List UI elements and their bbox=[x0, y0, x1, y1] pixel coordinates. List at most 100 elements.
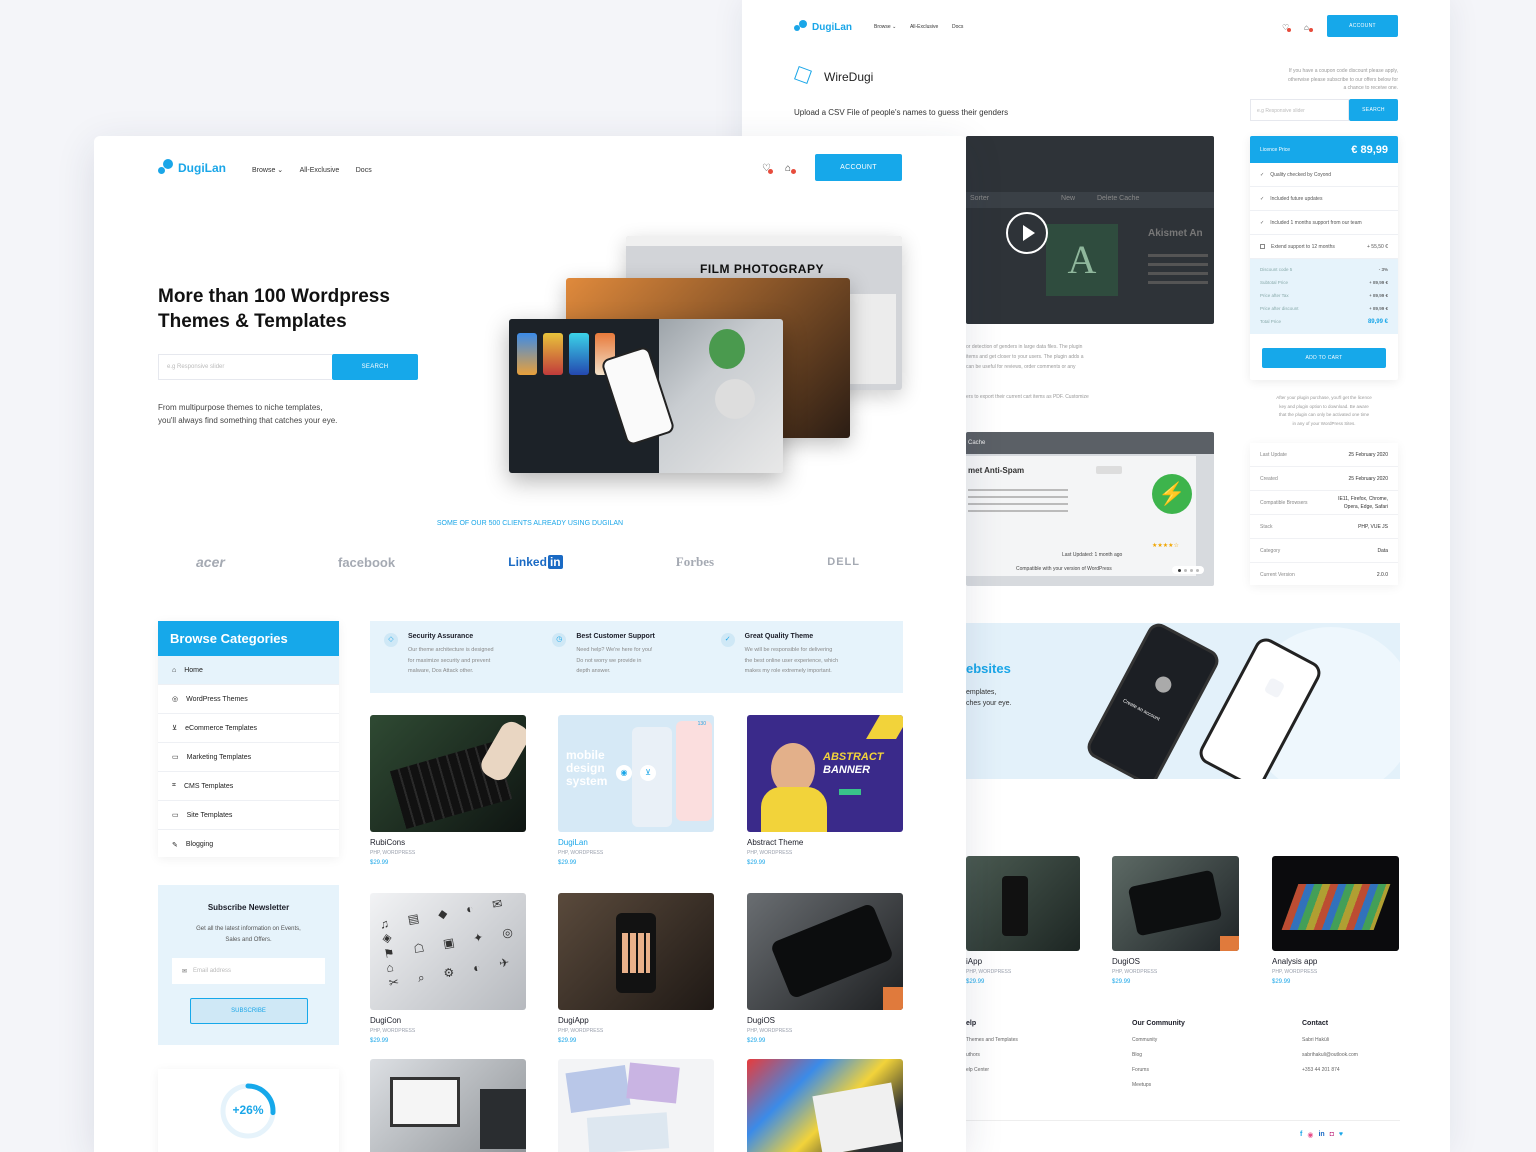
nav-docs[interactable]: Docs bbox=[952, 24, 963, 30]
product-name[interactable]: iApp bbox=[966, 957, 1080, 966]
footer-link[interactable]: Blog bbox=[1132, 1052, 1185, 1058]
total-label: Total Price bbox=[1260, 319, 1282, 324]
slide-dots[interactable] bbox=[1172, 566, 1204, 574]
back-logo[interactable]: DugiLan bbox=[794, 20, 852, 34]
category-home[interactable]: ⌂ Home bbox=[158, 656, 339, 685]
instagram-icon[interactable]: ◘ bbox=[1330, 1131, 1334, 1139]
nav-browse[interactable]: Browse ⌄ bbox=[252, 167, 283, 174]
checkbox[interactable] bbox=[1260, 244, 1265, 249]
product-name[interactable]: DugiCon bbox=[370, 1016, 526, 1025]
heart-icon[interactable]: ♡ bbox=[762, 163, 773, 174]
hero-search-button[interactable]: SEARCH bbox=[332, 354, 418, 380]
product-thumbnail[interactable]: ♫ ▤ ◆ ◐ ✉ ◈ ⚑ ☖ ▣ ✦ ◎ ⌂ ✂ ⌕ ⚙ ◐ ✈ bbox=[370, 893, 526, 1010]
product-thumbnail[interactable] bbox=[1112, 856, 1239, 951]
newsletter-box: Subscribe Newsletter Get all the latest … bbox=[158, 885, 339, 1045]
gallery-slide[interactable]: Cache met Anti-Spam ⚡ ★★★★☆ Last Updated… bbox=[966, 432, 1214, 586]
nav-all-exclusive[interactable]: All-Exclusive bbox=[910, 24, 938, 30]
product-price: $29.99 bbox=[1112, 979, 1131, 985]
twitter-icon[interactable]: ♥ bbox=[1339, 1131, 1343, 1139]
video-preview[interactable]: Sorter New Delete Cache A Akismet An bbox=[966, 136, 1214, 324]
facebook-icon[interactable]: f bbox=[1300, 1131, 1302, 1139]
product-name[interactable]: DugiOS bbox=[747, 1016, 903, 1025]
product-card[interactable]: mobile design system 130 ◉ ⊻ DugiLan PHP… bbox=[558, 715, 714, 866]
category-wordpress-themes[interactable]: ◎ WordPress Themes bbox=[158, 685, 339, 714]
play-icon[interactable] bbox=[1006, 212, 1048, 254]
phone-logo-icon bbox=[1263, 677, 1286, 699]
bag-icon[interactable]: ⌂ bbox=[785, 163, 796, 174]
product-meta: PHP, WORDPRESS bbox=[1112, 969, 1158, 975]
category-ecommerce-templates[interactable]: ⊻ eCommerce Templates bbox=[158, 714, 339, 743]
coupon-search-button[interactable]: SEARCH bbox=[1349, 99, 1398, 121]
product-price: $29.99 bbox=[370, 1038, 389, 1044]
product-thumbnail[interactable]: ABSTRACT BANNER bbox=[747, 715, 903, 832]
product-thumbnail[interactable] bbox=[747, 893, 903, 1010]
hero-search-input[interactable]: e.g Responsive slider bbox=[158, 354, 332, 380]
eye-icon[interactable]: ◉ bbox=[616, 765, 632, 781]
bag-icon[interactable]: ⌂ bbox=[1304, 23, 1313, 32]
nav-browse[interactable]: Browse ⌄ bbox=[874, 24, 896, 30]
back-product-card[interactable]: Analysis app PHP, WORDPRESS $29.99 bbox=[1272, 856, 1399, 985]
product-thumbnail[interactable] bbox=[558, 893, 714, 1010]
detail-text-line: ers to export their current cart items a… bbox=[966, 394, 1089, 400]
dribbble-icon[interactable]: ◉ bbox=[1307, 1131, 1313, 1139]
product-card[interactable]: ABSTRACT BANNER Abstract Theme PHP, WORD… bbox=[747, 715, 903, 866]
product-thumbnail[interactable] bbox=[558, 1059, 714, 1152]
logo-icon bbox=[794, 20, 808, 34]
linkedin-icon[interactable]: in bbox=[1318, 1131, 1324, 1139]
footer-link[interactable]: Community bbox=[1132, 1037, 1185, 1043]
info-label: Last Update bbox=[1260, 451, 1287, 458]
product-thumbnail[interactable] bbox=[747, 1059, 903, 1152]
note-line: After your plugin purchase, you'll get t… bbox=[1276, 395, 1372, 400]
product-name[interactable]: DugiOS bbox=[1112, 957, 1239, 966]
category-blogging[interactable]: ✎ Blogging bbox=[158, 830, 339, 859]
product-name[interactable]: Analysis app bbox=[1272, 957, 1399, 966]
footer-link[interactable]: elp Center bbox=[966, 1067, 1018, 1073]
product-card[interactable]: ♫ ▤ ◆ ◐ ✉ ◈ ⚑ ☖ ▣ ✦ ◎ ⌂ ✂ ⌕ ⚙ ◐ ✈ DugiCo… bbox=[370, 893, 526, 1044]
heart-icon[interactable]: ♡ bbox=[1282, 23, 1291, 32]
product-thumbnail[interactable] bbox=[370, 715, 526, 832]
cart-icon[interactable]: ⊻ bbox=[640, 765, 656, 781]
back-account-button[interactable]: ACCOUNT bbox=[1327, 15, 1398, 37]
product-meta: PHP, WORDPRESS bbox=[747, 850, 793, 856]
product-thumbnail[interactable] bbox=[370, 1059, 526, 1152]
product-name[interactable]: DugiLan bbox=[558, 838, 714, 847]
product-card[interactable]: DugiApp PHP, WORDPRESS $29.99 bbox=[558, 893, 714, 1044]
category-site-templates[interactable]: ▭ Site Templates bbox=[158, 801, 339, 830]
product-thumbnail[interactable] bbox=[966, 856, 1080, 951]
footer-link[interactable]: uthors bbox=[966, 1052, 1018, 1058]
extend-support-option[interactable]: Extend support to 12 months + 55,50 € bbox=[1250, 235, 1398, 259]
hero-title-line: More than 100 Wordpress bbox=[158, 286, 390, 307]
license-price: € 89,99 bbox=[1351, 143, 1388, 156]
hero-title-line: Themes & Templates bbox=[158, 311, 347, 332]
product-thumbnail[interactable]: mobile design system 130 ◉ ⊻ bbox=[558, 715, 714, 832]
back-product-card[interactable]: iApp PHP, WORDPRESS $29.99 bbox=[966, 856, 1080, 985]
category-cms-templates[interactable]: ⌗ CMS Templates bbox=[158, 772, 339, 801]
logo[interactable]: DugiLan bbox=[158, 159, 226, 177]
check-icon: ✓ bbox=[1260, 171, 1265, 178]
product-card[interactable]: DugiOS PHP, WORDPRESS $29.99 bbox=[747, 893, 903, 1044]
product-name[interactable]: RubiCons bbox=[370, 838, 526, 847]
nav-docs[interactable]: Docs bbox=[356, 167, 372, 174]
email-field[interactable]: ✉ Email address bbox=[172, 958, 325, 984]
info-value: IE11, Firefox, Chrome, Opera, Edge, Safa… bbox=[1338, 495, 1388, 510]
contact-line[interactable]: sabrihakuli@outlook.com bbox=[1302, 1052, 1358, 1058]
back-product-card[interactable]: DugiOS PHP, WORDPRESS $29.99 bbox=[1112, 856, 1239, 985]
promo-title: ebsites bbox=[966, 661, 1011, 676]
info-row: Stack PHP, VUE JS bbox=[1250, 515, 1398, 539]
footer-link[interactable]: Meetups bbox=[1132, 1082, 1185, 1088]
add-to-cart-button[interactable]: ADD TO CART bbox=[1262, 348, 1386, 368]
footer-link[interactable]: Themes and Templates bbox=[966, 1037, 1018, 1043]
feature-support: ◷ Best Customer Support Need help? We're… bbox=[552, 633, 720, 681]
product-thumbnail[interactable] bbox=[1272, 856, 1399, 951]
footer-link[interactable]: Forums bbox=[1132, 1067, 1185, 1073]
product-name[interactable]: Abstract Theme bbox=[747, 838, 903, 847]
nav-all-exclusive[interactable]: All-Exclusive bbox=[300, 167, 340, 174]
account-button[interactable]: ACCOUNT bbox=[815, 154, 902, 181]
summary-label: Price after Tax bbox=[1260, 293, 1289, 298]
category-marketing-templates[interactable]: ▭ Marketing Templates bbox=[158, 743, 339, 772]
product-name[interactable]: DugiApp bbox=[558, 1016, 714, 1025]
subscribe-button[interactable]: SUBSCRIBE bbox=[189, 998, 308, 1024]
slide-badge bbox=[1096, 466, 1122, 474]
product-card[interactable]: RubiCons PHP, WORDPRESS $29.99 bbox=[370, 715, 526, 866]
coupon-input[interactable]: e.g Responsive slider bbox=[1250, 99, 1349, 121]
